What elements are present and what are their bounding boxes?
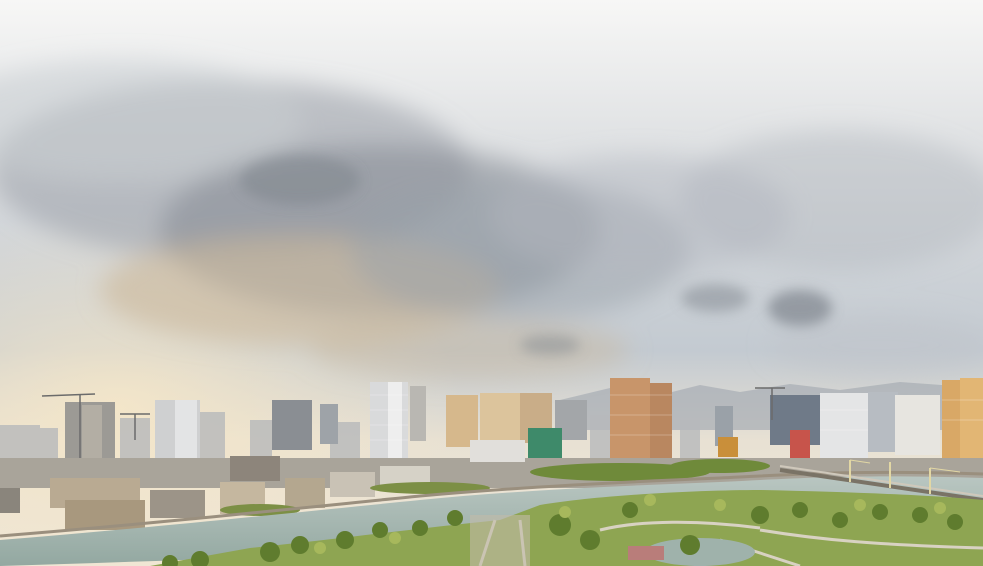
pavilion	[628, 546, 664, 560]
plaza	[470, 515, 530, 566]
city-skyline-photo	[0, 0, 983, 566]
skyline-illustration	[0, 0, 983, 566]
